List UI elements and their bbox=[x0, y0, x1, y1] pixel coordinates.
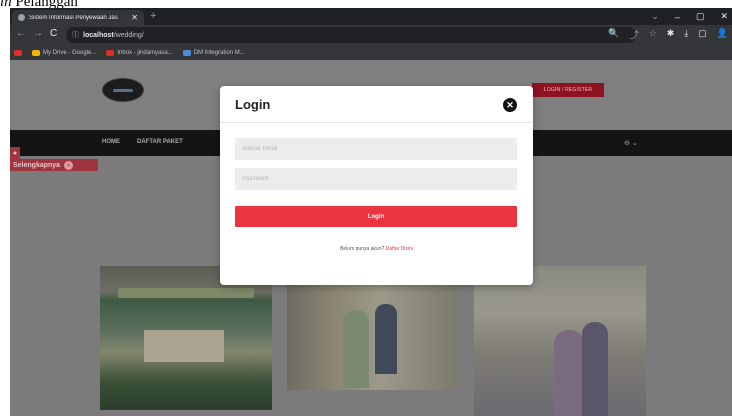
bookmark-item-dm[interactable]: DM Integration M... bbox=[182, 49, 245, 56]
login-submit-button[interactable]: Login bbox=[235, 206, 517, 227]
drive-icon bbox=[32, 49, 40, 56]
youtube-icon[interactable] bbox=[14, 49, 22, 56]
bookmark-item-gmail[interactable]: Inbox - jindamyasa... bbox=[106, 49, 173, 56]
register-link[interactable]: Daftar Disini bbox=[386, 246, 413, 252]
menu-item-home[interactable]: HOME bbox=[102, 139, 120, 145]
tab-title: Sistem Informasi Penyewaan Jas bbox=[29, 14, 118, 21]
close-window-icon[interactable]: ✕ bbox=[720, 11, 728, 22]
back-icon[interactable]: ← bbox=[16, 28, 26, 39]
tab-bar: Sistem Informasi Penyewaan Jas ✕ + ⌄ – ▢… bbox=[10, 8, 732, 25]
sidepanel-icon[interactable]: ▢ bbox=[698, 28, 707, 41]
account-dropdown-icon[interactable]: ⊖ ⌄ bbox=[624, 139, 638, 147]
reload-icon[interactable]: C bbox=[50, 28, 57, 39]
toolbar-icons: 🔍 ⤴ ☆ ✱ ⤓ ▢ 👤 bbox=[608, 28, 728, 41]
bookmark-item-drive[interactable]: My Drive - Google... bbox=[32, 49, 96, 56]
bookmarks-bar: My Drive - Google... Inbox - jindamyasa.… bbox=[10, 45, 732, 60]
address-bar[interactable]: ⓘ localhost/wedding/ bbox=[66, 27, 636, 43]
url-host: localhost bbox=[83, 31, 114, 39]
search-icon[interactable]: 🔍 bbox=[608, 28, 619, 41]
figure-caption: in Pelanggan bbox=[0, 0, 78, 10]
register-prompt: Belum punya akun? Daftar Disini bbox=[220, 246, 533, 252]
arrow-right-icon: › bbox=[64, 160, 74, 170]
modal-divider bbox=[220, 122, 533, 123]
selengkapnya-button[interactable]: Selengkapnya › bbox=[10, 159, 98, 171]
minimize-icon[interactable]: – bbox=[675, 12, 680, 22]
selengkapnya-label: Selengkapnya bbox=[13, 161, 61, 169]
site-logo[interactable] bbox=[102, 78, 144, 102]
maximize-icon[interactable]: ▢ bbox=[696, 11, 705, 22]
new-tab-button[interactable]: + bbox=[150, 10, 156, 22]
slider-dot-button[interactable]: ● bbox=[10, 147, 20, 159]
extensions-icon[interactable]: ✱ bbox=[667, 28, 675, 41]
window-controls: ⌄ – ▢ ✕ bbox=[651, 8, 732, 25]
url-path: /wedding/ bbox=[113, 31, 144, 39]
browser-window: Sistem Informasi Penyewaan Jas ✕ + ⌄ – ▢… bbox=[10, 8, 732, 416]
nav-buttons: ← → C bbox=[16, 28, 57, 39]
gmail-icon bbox=[106, 49, 115, 56]
modal-title: Login bbox=[235, 97, 271, 112]
gallery-photo-decoration[interactable] bbox=[100, 266, 272, 410]
forward-icon[interactable]: → bbox=[33, 28, 43, 39]
main-menu: HOME DAFTAR PAKET bbox=[102, 139, 183, 145]
login-register-button[interactable]: LOGIN / REGISTER bbox=[532, 83, 604, 97]
login-modal: Login ✕ Login Belum punya akun? Daftar D… bbox=[220, 86, 533, 285]
password-field[interactable] bbox=[235, 168, 517, 190]
page-viewport: LOGIN / REGISTER HOME DAFTAR PAKET ⊖ ⌄ ●… bbox=[10, 60, 732, 416]
gallery-photo-couple-2[interactable] bbox=[474, 266, 646, 416]
folder-icon bbox=[182, 49, 191, 56]
favicon-icon bbox=[18, 14, 25, 21]
share-icon[interactable]: ⤴ bbox=[630, 28, 639, 41]
browser-toolbar: ← → C ⓘ localhost/wedding/ 🔍 ⤴ ☆ ✱ ⤓ ▢ 👤 bbox=[10, 25, 732, 45]
browser-tab[interactable]: Sistem Informasi Penyewaan Jas ✕ bbox=[12, 10, 144, 25]
tab-close-icon[interactable]: ✕ bbox=[131, 13, 138, 22]
profile-icon[interactable]: 👤 bbox=[717, 28, 728, 41]
close-icon[interactable]: ✕ bbox=[503, 98, 517, 112]
tab-search-icon[interactable]: ⌄ bbox=[651, 11, 659, 22]
register-prompt-text: Belum punya akun? bbox=[340, 246, 385, 252]
menu-item-daftar-paket[interactable]: DAFTAR PAKET bbox=[137, 139, 183, 145]
download-icon[interactable]: ⤓ bbox=[684, 28, 688, 41]
bookmark-star-icon[interactable]: ☆ bbox=[649, 28, 657, 41]
email-field[interactable] bbox=[235, 138, 517, 160]
site-info-icon[interactable]: ⓘ bbox=[72, 30, 79, 40]
